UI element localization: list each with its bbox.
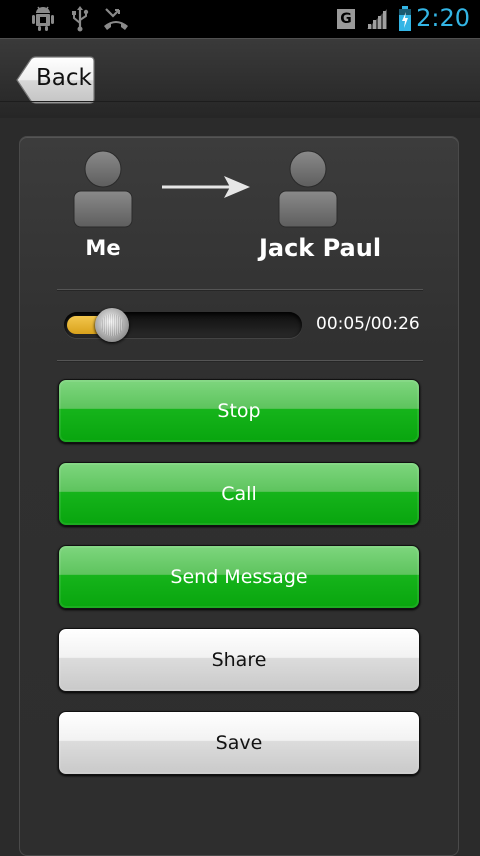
caller-to-name: Jack Paul (258, 234, 382, 262)
call-button[interactable]: Call (58, 462, 420, 526)
send-message-button[interactable]: Send Message (58, 545, 420, 609)
action-bar: Back (0, 38, 480, 118)
network-type-badge: G (336, 6, 356, 32)
caller-from-name: Me (85, 236, 121, 260)
caller-to: Jack Paul (222, 150, 418, 270)
caller-from: Me (33, 150, 173, 270)
divider (57, 289, 423, 290)
missed-call-icon (102, 6, 130, 32)
send-message-button-label: Send Message (170, 566, 308, 588)
playback-seek-thumb[interactable] (94, 308, 129, 342)
share-button-label: Share (211, 649, 267, 671)
signal-icon (364, 6, 390, 32)
status-bar: G 2:20 (0, 0, 480, 38)
stop-button[interactable]: Stop (58, 379, 420, 443)
back-button[interactable]: Back (16, 56, 95, 104)
playback-time: 00:05/00:26 (316, 314, 420, 334)
person-icon (73, 150, 133, 228)
playback-progress-bar[interactable] (64, 308, 302, 342)
divider (57, 360, 423, 361)
usb-icon (68, 6, 92, 32)
person-icon (278, 150, 338, 228)
share-button[interactable]: Share (58, 628, 420, 692)
back-button-label: Back (36, 65, 92, 91)
android-debug-icon (30, 6, 56, 32)
status-time: 2:20 (416, 4, 470, 32)
call-button-label: Call (221, 483, 257, 505)
battery-icon (396, 6, 414, 32)
stop-button-label: Stop (217, 400, 261, 422)
save-button[interactable]: Save (58, 711, 420, 775)
save-button-label: Save (215, 732, 263, 754)
